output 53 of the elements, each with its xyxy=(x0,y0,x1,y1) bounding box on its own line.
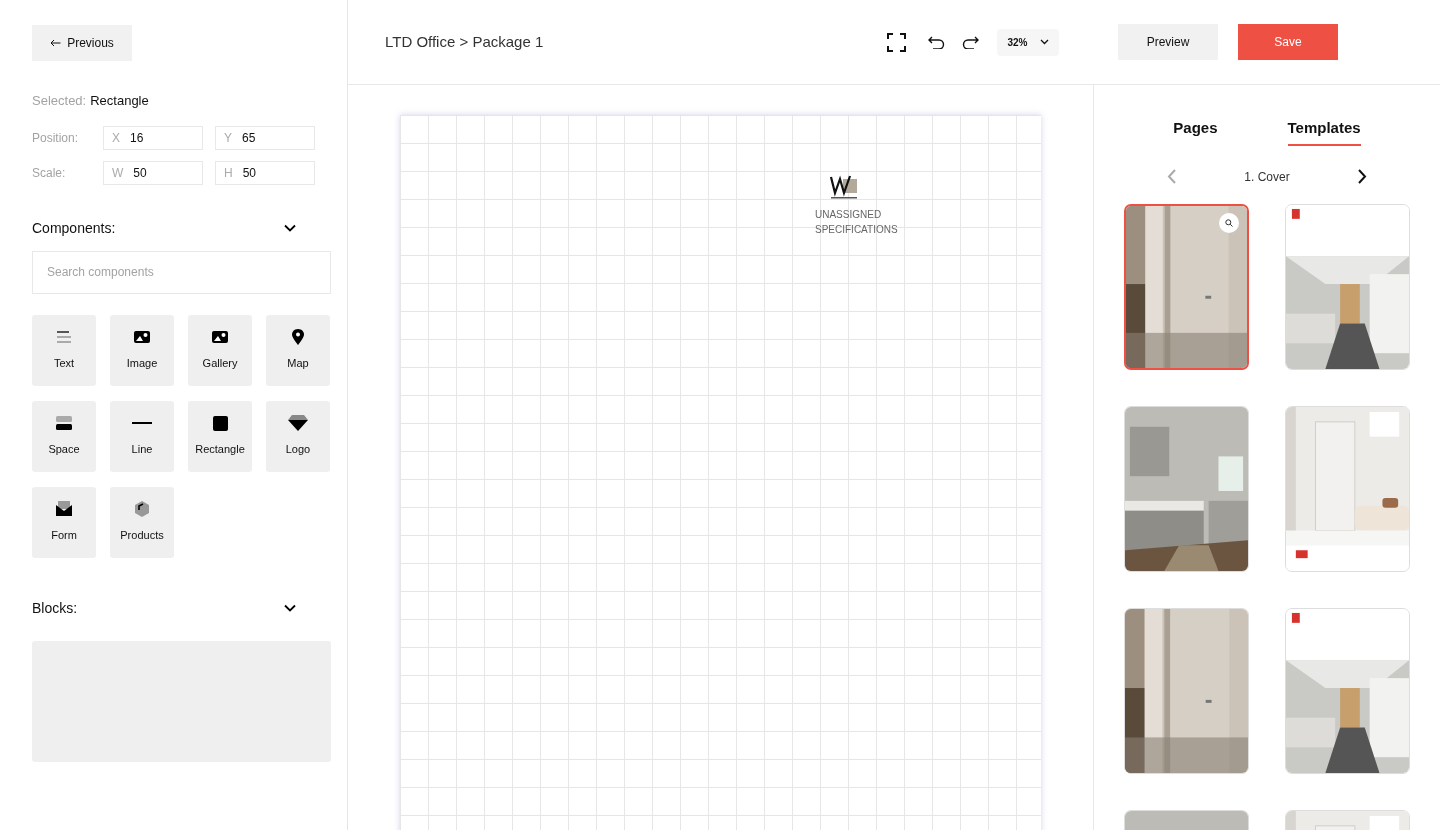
axis-label: H xyxy=(224,164,233,182)
space-icon xyxy=(55,414,73,433)
zoom-dropdown[interactable]: 32% xyxy=(997,28,1059,56)
canvas-heading: UNASSIGNED SPECIFICATIONS xyxy=(815,208,899,237)
section-title: Components: xyxy=(32,218,116,238)
section-title: Blocks: xyxy=(32,598,78,618)
breadcrumb: LTD Office > Package 1 xyxy=(385,31,545,52)
panel-tab[interactable]: Templates xyxy=(1287,117,1361,146)
field-value: 50 xyxy=(242,164,257,182)
field-label: Position: xyxy=(32,129,80,147)
field-value: 65 xyxy=(242,129,256,147)
component-tile[interactable]: Line xyxy=(110,400,174,472)
undo-icon[interactable] xyxy=(928,35,945,49)
component-tile[interactable]: Text xyxy=(32,314,96,386)
panel-tab[interactable]: Pages xyxy=(1173,117,1218,146)
number-field[interactable]: X 16 xyxy=(103,125,203,150)
component-tile[interactable]: Logo xyxy=(266,400,330,472)
axis-label: W xyxy=(112,164,124,182)
number-field[interactable]: H 50 xyxy=(215,160,315,185)
redo-icon[interactable] xyxy=(962,35,979,49)
search-icon xyxy=(1225,218,1233,227)
arrow-left-icon xyxy=(50,39,62,47)
field-value: 50 xyxy=(133,164,147,182)
diamond-icon xyxy=(288,415,308,432)
envelope-icon xyxy=(55,500,73,519)
line-icon xyxy=(132,422,152,425)
selected-label: Selected: xyxy=(32,92,87,110)
component-tile[interactable]: Map xyxy=(266,314,330,386)
square-icon xyxy=(212,415,228,431)
field-value: 16 xyxy=(130,129,144,147)
previous-button[interactable]: Previous xyxy=(32,25,132,61)
component-tile[interactable]: Form xyxy=(32,486,96,558)
map-pin-icon xyxy=(289,328,307,347)
number-field[interactable]: W 50 xyxy=(103,160,203,185)
logo-drawing xyxy=(829,173,859,201)
axis-label: Y xyxy=(224,129,232,147)
component-tile[interactable]: Products xyxy=(110,486,174,558)
component-tile[interactable]: Gallery xyxy=(188,314,252,386)
preview-button[interactable]: Preview xyxy=(1118,24,1218,60)
chevron-down-icon xyxy=(1039,39,1049,45)
search-field[interactable]: Search components xyxy=(32,250,331,294)
field-label: Scale: xyxy=(32,164,67,182)
selected-value: Rectangle xyxy=(90,92,149,110)
component-tile[interactable]: Space xyxy=(32,400,96,472)
component-tile[interactable]: Image xyxy=(110,314,174,386)
save-button[interactable]: Save xyxy=(1238,24,1338,60)
box-icon xyxy=(133,500,151,519)
fullscreen-icon[interactable] xyxy=(887,32,906,52)
component-tile[interactable]: Rectangle xyxy=(188,400,252,472)
page-label: 1. Cover xyxy=(1244,168,1290,186)
chevron-right-icon[interactable] xyxy=(1357,169,1367,184)
axis-label: X xyxy=(112,129,120,147)
number-field[interactable]: Y 65 xyxy=(215,125,315,150)
